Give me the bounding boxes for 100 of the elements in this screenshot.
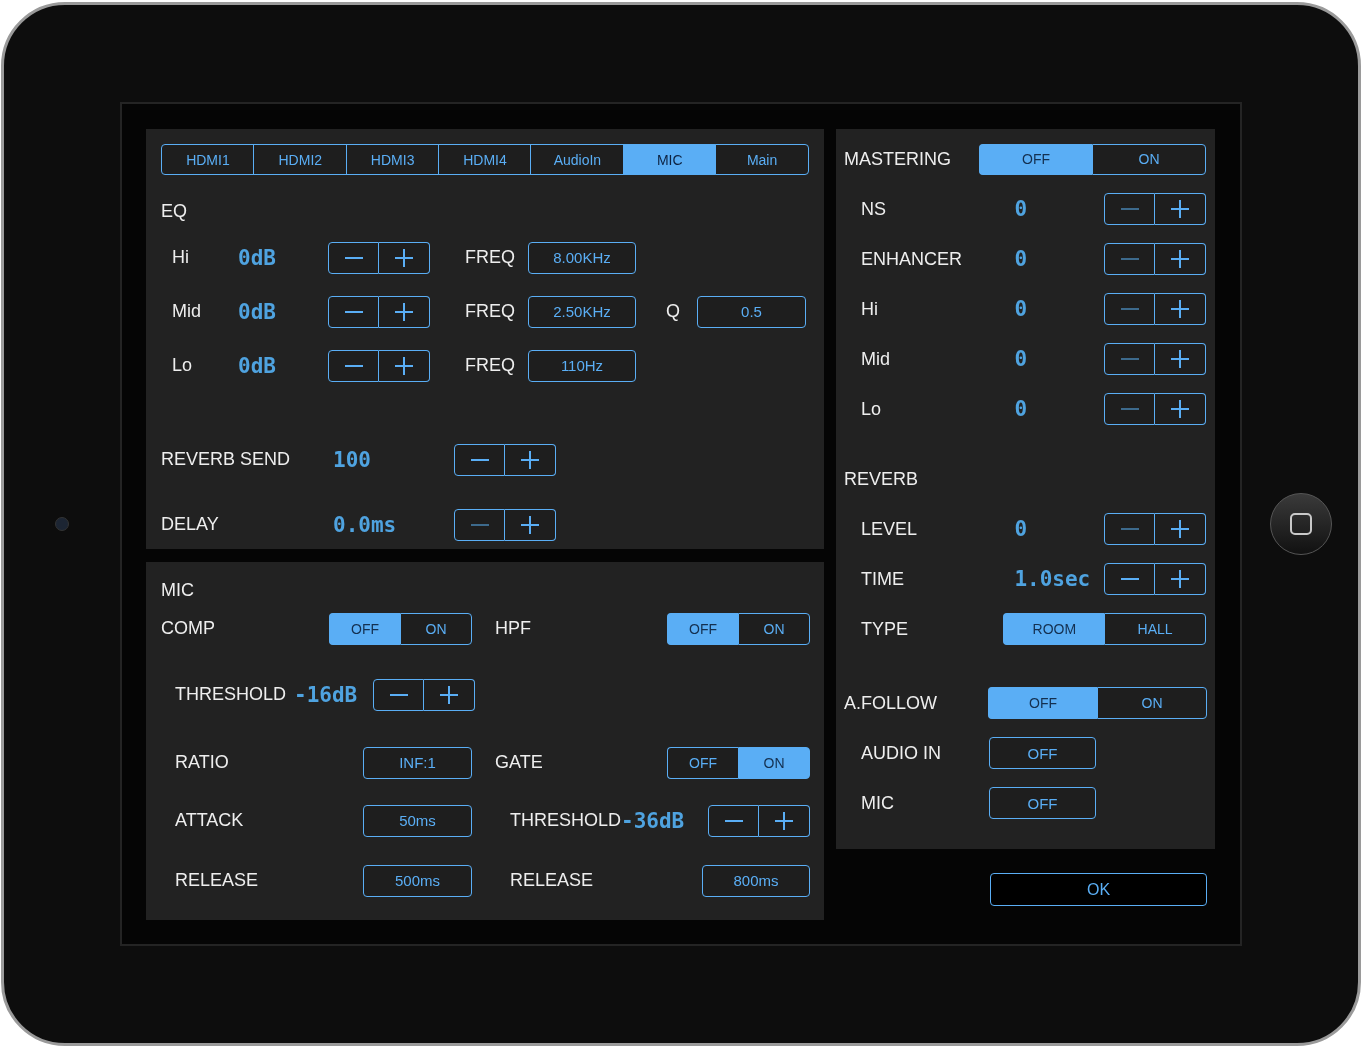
tab[interactable]: HDMI2 (253, 144, 348, 175)
setting-label: RATIO (175, 752, 229, 773)
plus-button[interactable] (1155, 293, 1206, 325)
minus-button[interactable] (328, 295, 379, 328)
plus-icon (440, 685, 459, 704)
setting-label: DELAY (161, 514, 220, 535)
setting-label: LEVEL (860, 518, 919, 540)
ok-button[interactable]: OK (990, 873, 1207, 906)
setting-label: COMP (161, 618, 215, 639)
tab[interactable]: HDMI4 (438, 144, 532, 175)
value-field[interactable]: OFF (989, 787, 1096, 819)
band-label: Mid (171, 301, 202, 322)
minus-button[interactable] (454, 443, 505, 476)
minus-icon (344, 310, 363, 313)
setting-label: Hi (860, 298, 879, 320)
plus-button[interactable] (1155, 513, 1206, 545)
setting-label: REVERB SEND (161, 449, 292, 470)
setting-label: Lo (860, 398, 883, 420)
setting-label: RELEASE (510, 870, 594, 891)
tab[interactable]: HDMI3 (345, 144, 440, 175)
minus-icon (1120, 358, 1139, 360)
minus-button[interactable] (708, 804, 759, 837)
setting-label: GATE (495, 752, 543, 773)
setting-value: -16dB (294, 682, 358, 707)
plus-icon (1171, 200, 1189, 218)
setting-label: AUDIO IN (860, 742, 942, 764)
toggle-option[interactable]: ON (738, 612, 810, 645)
plus-button[interactable] (1155, 393, 1206, 425)
setting-label: THRESHOLD (175, 684, 286, 705)
plus-icon (395, 248, 413, 267)
band-label: Lo (171, 355, 194, 376)
toggle-option[interactable]: HALL (1104, 613, 1206, 645)
toggle-option[interactable]: ON (1092, 143, 1206, 175)
minus-icon (470, 523, 489, 526)
minus-button[interactable] (328, 349, 379, 382)
toggle-option[interactable]: OFF (979, 143, 1092, 175)
toggle-option[interactable]: OFF (988, 687, 1097, 719)
plus-button[interactable] (505, 508, 556, 541)
setting-label: THRESHOLD (510, 810, 621, 831)
freq-field[interactable]: 110Hz (528, 349, 636, 382)
value-field[interactable]: INF:1 (363, 746, 472, 779)
minus-icon (470, 458, 489, 461)
tab[interactable]: HDMI1 (161, 144, 255, 175)
plus-button[interactable] (1155, 193, 1206, 225)
plus-icon (1171, 570, 1189, 588)
minus-button[interactable] (328, 241, 379, 274)
section-title: REVERB (844, 468, 919, 490)
plus-icon (1171, 400, 1189, 418)
tab[interactable]: MIC (622, 144, 717, 175)
section-title: MIC (161, 580, 195, 602)
value-field[interactable]: OFF (989, 737, 1096, 769)
plus-button[interactable] (505, 443, 556, 476)
setting-value: 0 (1014, 397, 1029, 421)
plus-button[interactable] (759, 804, 810, 837)
plus-icon (521, 515, 539, 534)
minus-button[interactable] (1104, 563, 1155, 595)
plus-icon (521, 450, 539, 469)
tab[interactable]: Main (715, 144, 809, 175)
minus-icon (1120, 208, 1139, 210)
plus-button[interactable] (379, 349, 430, 382)
plus-icon (1171, 350, 1189, 368)
toggle-option[interactable]: OFF (667, 746, 738, 779)
setting-value: -36dB (621, 808, 685, 833)
toggle-option[interactable]: OFF (329, 612, 400, 645)
setting-label: ENHANCER (860, 248, 963, 270)
plus-icon (1171, 520, 1189, 538)
setting-label: ATTACK (175, 810, 244, 831)
plus-button[interactable] (379, 295, 430, 328)
value-field[interactable]: 50ms (363, 804, 472, 837)
toggle-option[interactable]: ON (400, 612, 472, 645)
section-title: A.FOLLOW (844, 692, 937, 714)
plus-button[interactable] (379, 241, 430, 274)
minus-icon (724, 819, 743, 822)
plus-icon (1171, 250, 1189, 268)
plus-button[interactable] (1155, 563, 1206, 595)
minus-icon (344, 364, 363, 367)
value-field[interactable]: 500ms (363, 864, 472, 897)
section-title: MASTERING (844, 148, 951, 170)
band-value: 0dB (238, 299, 277, 324)
plus-icon (395, 356, 413, 375)
q-field[interactable]: 0.5 (697, 295, 806, 328)
freq-field[interactable]: 8.00KHz (528, 241, 636, 274)
plus-icon (395, 302, 413, 321)
plus-button[interactable] (424, 678, 476, 711)
value-field[interactable]: 800ms (702, 864, 810, 897)
toggle-option[interactable]: ROOM (1003, 613, 1105, 645)
setting-value: 0 (1014, 517, 1029, 541)
toggle-option[interactable]: OFF (667, 612, 738, 645)
minus-button[interactable] (373, 678, 425, 711)
freq-field[interactable]: 2.50KHz (528, 295, 636, 328)
toggle-option[interactable]: ON (738, 746, 810, 779)
tab[interactable]: AudioIn (530, 144, 625, 175)
setting-value: 1.0sec (1014, 567, 1092, 591)
minus-icon (389, 693, 408, 696)
plus-button[interactable] (1155, 243, 1206, 275)
setting-label: MIC (860, 792, 895, 814)
toggle-option[interactable]: ON (1097, 687, 1207, 719)
minus-icon (1120, 578, 1139, 580)
plus-button[interactable] (1155, 343, 1206, 375)
camera-icon (55, 517, 69, 531)
